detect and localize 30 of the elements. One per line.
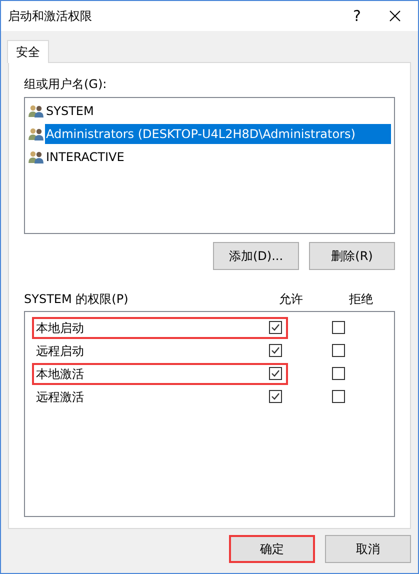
checkbox[interactable] bbox=[269, 390, 282, 403]
user-item[interactable]: INTERACTIVE bbox=[45, 148, 126, 166]
checkbox[interactable] bbox=[269, 321, 282, 334]
permission-name: 远程激活 bbox=[36, 388, 85, 406]
list-action-button[interactable]: 添加(D)... bbox=[213, 242, 299, 270]
window-title: 启动和激活权限 bbox=[8, 8, 93, 25]
permission-name: 本地启动 bbox=[36, 320, 85, 336]
user-group-icon bbox=[28, 150, 44, 164]
permission-name: 本地激活 bbox=[36, 366, 85, 382]
checkbox[interactable] bbox=[269, 367, 282, 380]
user-group-icon bbox=[28, 104, 44, 118]
users-label: 组或用户名(G): bbox=[24, 76, 108, 93]
checkbox[interactable] bbox=[332, 321, 344, 334]
help-button[interactable]: ? bbox=[342, 4, 372, 28]
dialog-button[interactable]: 确定 bbox=[229, 535, 315, 563]
checkbox[interactable] bbox=[332, 344, 344, 357]
user-group-icon bbox=[28, 127, 44, 141]
permission-name: 远程启动 bbox=[36, 342, 85, 360]
list-action-button[interactable]: 删除(R) bbox=[309, 242, 395, 270]
checkbox[interactable] bbox=[332, 390, 344, 403]
dialog-button[interactable]: 取消 bbox=[325, 535, 411, 563]
permissions-label: SYSTEM 的权限(P) bbox=[24, 291, 130, 308]
user-item[interactable]: Administrators (DESKTOP-U4L2H8D\Administrators) bbox=[45, 124, 391, 144]
column-header: 拒绝 bbox=[348, 291, 374, 308]
user-item[interactable]: SYSTEM bbox=[45, 102, 95, 120]
close-icon bbox=[389, 10, 401, 22]
checkbox[interactable] bbox=[332, 367, 344, 380]
tab[interactable]: 安全 bbox=[7, 40, 49, 63]
column-header: 允许 bbox=[278, 291, 304, 308]
checkbox[interactable] bbox=[269, 344, 282, 357]
